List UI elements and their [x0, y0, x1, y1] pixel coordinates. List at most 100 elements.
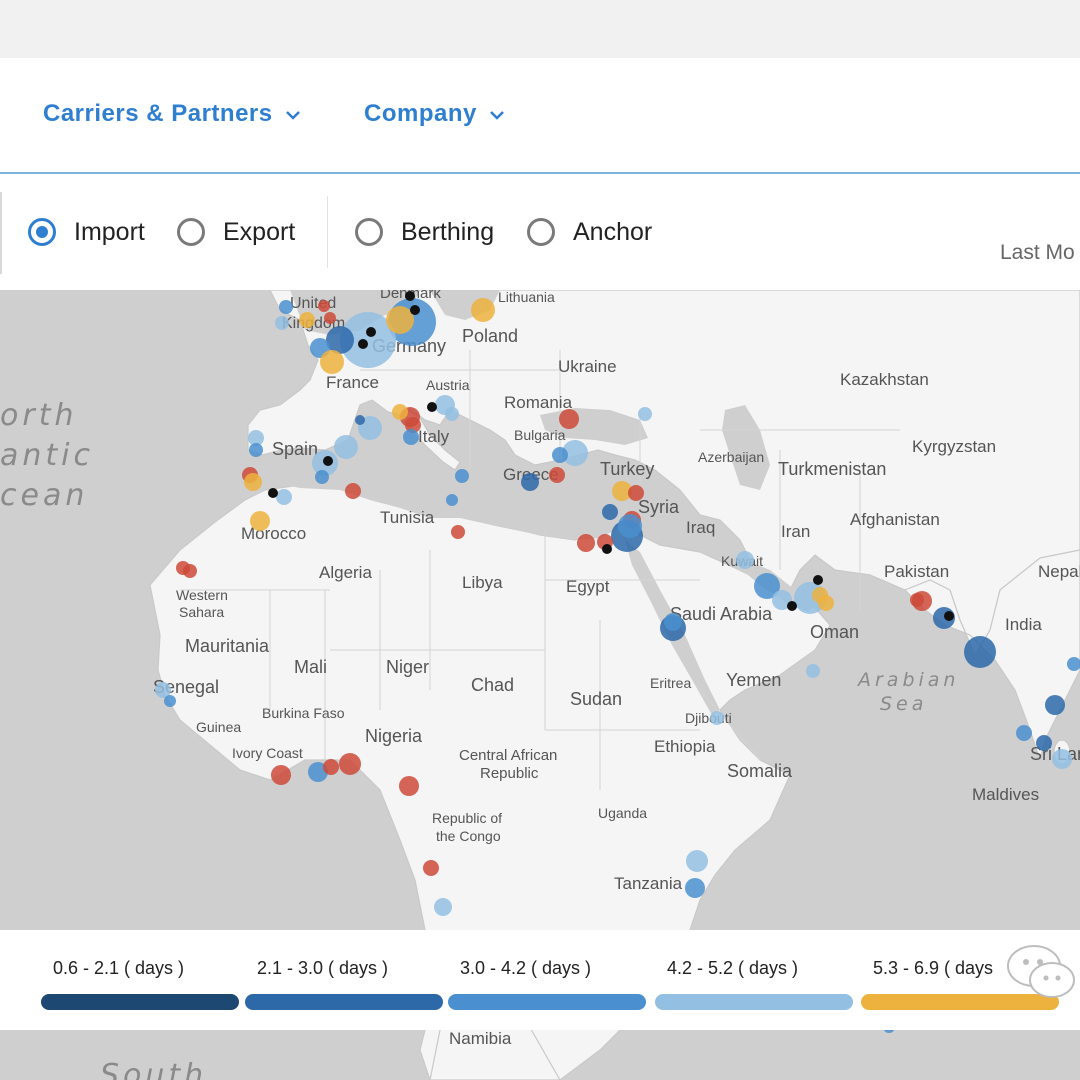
filter-divider: [327, 196, 328, 268]
port-marker[interactable]: [423, 860, 439, 876]
country-label: Tunisia: [380, 508, 435, 527]
port-marker[interactable]: [392, 404, 408, 420]
ocean-label: cean: [0, 478, 88, 513]
radio-berthing[interactable]: Berthing: [355, 214, 494, 250]
port-marker[interactable]: [964, 636, 996, 668]
port-marker[interactable]: [434, 898, 452, 916]
nav-company[interactable]: Company: [364, 100, 506, 128]
port-marker[interactable]: [399, 776, 419, 796]
port-marker[interactable]: [345, 483, 361, 499]
country-label: Kazakhstan: [840, 370, 929, 389]
port-marker[interactable]: [618, 514, 642, 538]
radio-export[interactable]: Export: [177, 214, 295, 250]
port-marker[interactable]: [451, 525, 465, 539]
legend-label: 4.2 - 5.2 ( days ): [667, 958, 799, 978]
radio-berthing-label: Berthing: [401, 217, 495, 246]
port-marker[interactable]: [249, 443, 263, 457]
port-marker[interactable]: [339, 753, 361, 775]
port-marker[interactable]: [602, 504, 618, 520]
port-marker[interactable]: [552, 447, 568, 463]
filter-left-rule: [0, 192, 2, 274]
radio-import[interactable]: Import: [28, 214, 145, 250]
port-marker[interactable]: [1052, 749, 1072, 769]
country-label: Ukraine: [558, 357, 617, 376]
port-marker[interactable]: [268, 488, 278, 498]
port-marker[interactable]: [326, 326, 354, 354]
port-marker[interactable]: [710, 711, 724, 725]
country-label: Uganda: [598, 805, 647, 821]
country-label: Saudi Arabia: [670, 604, 773, 624]
port-marker[interactable]: [577, 534, 595, 552]
port-marker[interactable]: [323, 456, 333, 466]
port-marker[interactable]: [405, 291, 415, 301]
port-marker[interactable]: [279, 300, 293, 314]
port-marker[interactable]: [250, 511, 270, 531]
period-selector-label[interactable]: Last Mo: [1000, 241, 1075, 265]
port-marker[interactable]: [403, 429, 419, 445]
radio-anchor[interactable]: Anchor: [527, 214, 652, 250]
port-marker[interactable]: [427, 402, 437, 412]
port-marker[interactable]: [559, 409, 579, 429]
country-label: Afghanistan: [850, 510, 940, 529]
port-marker[interactable]: [806, 664, 820, 678]
port-marker[interactable]: [276, 489, 292, 505]
port-marker[interactable]: [446, 494, 458, 506]
port-marker[interactable]: [910, 593, 924, 607]
country-label: Bulgaria: [514, 427, 566, 443]
country-label: Nigeria: [365, 726, 423, 746]
port-marker[interactable]: [183, 564, 197, 578]
port-marker[interactable]: [471, 298, 495, 322]
port-marker[interactable]: [685, 878, 705, 898]
port-marker[interactable]: [271, 765, 291, 785]
country-label: India: [1005, 615, 1042, 634]
port-marker[interactable]: [244, 473, 262, 491]
port-marker[interactable]: [638, 407, 652, 421]
country-label: Sahara: [179, 604, 224, 620]
port-marker[interactable]: [299, 312, 315, 328]
port-marker[interactable]: [664, 613, 682, 631]
port-marker[interactable]: [445, 407, 459, 421]
port-marker[interactable]: [358, 339, 368, 349]
port-marker[interactable]: [320, 350, 344, 374]
port-marker[interactable]: [275, 316, 289, 330]
port-marker[interactable]: [1036, 735, 1052, 751]
port-marker[interactable]: [318, 300, 330, 312]
port-marker[interactable]: [334, 435, 358, 459]
country-label: Sudan: [570, 689, 622, 709]
country-label: Djibouti: [685, 710, 732, 726]
port-marker[interactable]: [366, 327, 376, 337]
browser-top-strip: [0, 0, 1080, 58]
legend-label: 2.1 - 3.0 ( days ): [257, 958, 389, 978]
port-marker[interactable]: [386, 306, 414, 334]
port-marker[interactable]: [628, 485, 644, 501]
port-marker[interactable]: [164, 695, 176, 707]
country-label: Italy: [418, 427, 450, 446]
port-marker[interactable]: [1016, 725, 1032, 741]
port-marker[interactable]: [736, 551, 754, 569]
port-marker[interactable]: [521, 473, 539, 491]
port-marker[interactable]: [944, 611, 954, 621]
country-label: Turkey: [600, 459, 654, 479]
port-marker[interactable]: [455, 469, 469, 483]
port-marker[interactable]: [355, 415, 365, 425]
port-marker[interactable]: [410, 305, 420, 315]
port-marker[interactable]: [323, 759, 339, 775]
port-marker[interactable]: [549, 467, 565, 483]
ocean-label: orth: [0, 398, 77, 433]
port-marker[interactable]: [324, 312, 336, 324]
country-label: Algeria: [319, 563, 372, 582]
legend-swatch: [245, 994, 443, 1010]
port-marker[interactable]: [813, 575, 823, 585]
port-marker[interactable]: [686, 850, 708, 872]
ocean-label: Sea: [880, 693, 927, 715]
port-marker[interactable]: [818, 595, 834, 611]
port-marker[interactable]: [602, 544, 612, 554]
port-marker[interactable]: [315, 470, 329, 484]
country-label: Spain: [272, 439, 318, 459]
port-marker[interactable]: [787, 601, 797, 611]
legend-item: 4.2 - 5.2 ( days ): [655, 958, 865, 1010]
country-label: Guinea: [196, 719, 241, 735]
top-navigation: Carriers & Partners Company: [0, 58, 1080, 174]
port-marker[interactable]: [1045, 695, 1065, 715]
nav-carriers-partners[interactable]: Carriers & Partners: [43, 100, 302, 128]
